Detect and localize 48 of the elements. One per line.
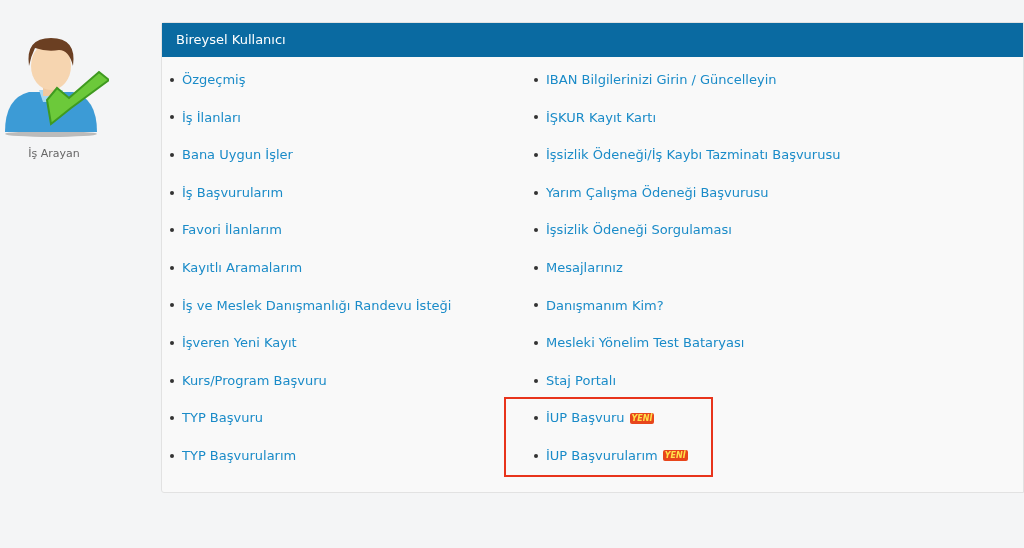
menu-link[interactable]: Bana Uygun İşler bbox=[182, 145, 293, 165]
menu-link[interactable]: IBAN Bilgilerinizi Girin / Güncelleyin bbox=[546, 70, 777, 90]
bullet-icon bbox=[534, 265, 538, 270]
bullet-icon bbox=[534, 378, 538, 383]
menu-link[interactable]: TYP Başvuru bbox=[182, 408, 264, 428]
bullet-icon bbox=[534, 416, 538, 421]
bullet-icon bbox=[170, 228, 174, 233]
menu-link[interactable]: İş ve Meslek Danışmanlığı Randevu İsteği bbox=[182, 295, 452, 316]
bullet-icon bbox=[534, 340, 538, 345]
bullet-icon bbox=[170, 115, 174, 120]
menu-link[interactable]: Staj Portalı bbox=[546, 370, 617, 391]
menu-link[interactable]: Kurs/Program Başvuru bbox=[182, 370, 327, 391]
menu-link[interactable]: Danışmanım Kim? bbox=[546, 295, 664, 316]
bullet-icon bbox=[534, 190, 538, 195]
menu-link[interactable]: Mesajlarınız bbox=[546, 258, 623, 278]
menu-link[interactable]: İUP Başvuru bbox=[546, 408, 625, 428]
bullet-icon bbox=[534, 303, 538, 308]
menu-link[interactable]: İŞKUR Kayıt Kartı bbox=[546, 107, 657, 128]
bullet-icon bbox=[534, 228, 538, 233]
bullet-icon bbox=[170, 153, 174, 157]
menu-link[interactable]: Kayıtlı Aramalarım bbox=[182, 258, 303, 278]
bullet-icon bbox=[170, 416, 174, 421]
menu-link[interactable]: İş İlanları bbox=[182, 107, 241, 128]
bullet-icon bbox=[534, 115, 538, 120]
menu-link[interactable]: İşveren Yeni Kayıt bbox=[182, 333, 297, 353]
panel-title: Bireysel Kullanıcı bbox=[176, 31, 286, 50]
menu-link[interactable]: Yarım Çalışma Ödeneği Başvurusu bbox=[546, 182, 769, 203]
bullet-icon bbox=[170, 303, 174, 308]
new-badge: YENİ bbox=[629, 412, 655, 424]
new-badge: YENİ bbox=[662, 450, 688, 462]
bullet-icon bbox=[534, 77, 538, 82]
bullet-icon bbox=[170, 378, 174, 383]
menu-link[interactable]: İUP Başvurularım bbox=[546, 446, 658, 466]
menu-link[interactable]: Özgeçmiş bbox=[182, 70, 246, 90]
menu-link[interactable]: Mesleki Yönelim Test Bataryası bbox=[546, 333, 745, 353]
bullet-icon bbox=[170, 190, 174, 195]
bullet-icon bbox=[170, 77, 174, 82]
bullet-icon bbox=[170, 340, 174, 345]
user-role-label: İş Arayan bbox=[28, 146, 80, 162]
menu-link[interactable]: İşsizlik Ödeneği/İş Kaybı Tazminatı Başvurusu bbox=[546, 145, 841, 165]
bullet-icon bbox=[170, 265, 174, 270]
menu-link[interactable]: TYP Başvurularım bbox=[182, 446, 297, 466]
bullet-icon bbox=[534, 153, 538, 157]
menu-link[interactable]: İşsizlik Ödeneği Sorgulaması bbox=[546, 220, 732, 240]
menu-link[interactable]: İş Başvurularım bbox=[182, 182, 284, 203]
bullet-icon bbox=[534, 453, 538, 458]
bullet-icon bbox=[170, 453, 174, 458]
menu-link[interactable]: Favori İlanlarım bbox=[182, 220, 282, 240]
